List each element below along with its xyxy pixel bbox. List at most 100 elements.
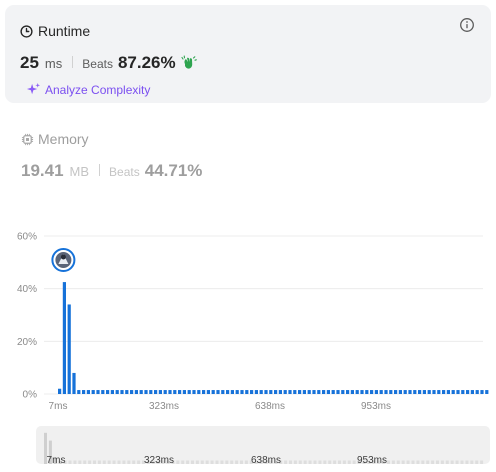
range-slider-bar bbox=[215, 460, 219, 464]
chart-bar bbox=[461, 390, 465, 394]
chart-bar bbox=[134, 390, 138, 394]
chart-bar bbox=[230, 390, 234, 394]
range-slider-tick-label: 323ms bbox=[144, 455, 174, 466]
range-slider-bar bbox=[97, 460, 101, 464]
range-slider-bar bbox=[347, 460, 351, 464]
chart-bar bbox=[298, 390, 302, 394]
runtime-distribution-chart[interactable]: 0% 20% 40% 60% 7ms 323ms 638ms 953ms 7ms 323ms 6… bbox=[0, 0, 496, 472]
chart-bar bbox=[379, 390, 383, 394]
range-slider-tick-label: 953ms bbox=[357, 455, 387, 466]
chart-bar bbox=[115, 390, 119, 394]
range-slider-bar bbox=[445, 460, 449, 464]
chart-bar bbox=[442, 390, 446, 394]
y-tick-label: 40% bbox=[17, 284, 37, 295]
chart-bar bbox=[77, 390, 81, 394]
chart-bar bbox=[466, 390, 470, 394]
chart-bar bbox=[202, 390, 206, 394]
chart-bar bbox=[322, 390, 326, 394]
chart-bar bbox=[250, 390, 254, 394]
chart-bar bbox=[331, 390, 335, 394]
chart-bar bbox=[422, 390, 426, 394]
chart-bar bbox=[355, 390, 359, 394]
chart-bar bbox=[187, 390, 191, 394]
chart-bar bbox=[67, 304, 71, 394]
chart-bar bbox=[163, 390, 167, 394]
chart-bar bbox=[211, 390, 215, 394]
range-slider-bar bbox=[396, 460, 400, 464]
chart-bar bbox=[254, 390, 258, 394]
chart-bar bbox=[451, 390, 455, 394]
chart-bar bbox=[317, 390, 321, 394]
chart-y-ticks: 0% 20% 40% 60% bbox=[17, 232, 37, 401]
range-slider-bar bbox=[88, 460, 92, 464]
chart-bar bbox=[158, 390, 162, 394]
range-slider-bar bbox=[450, 460, 454, 464]
range-slider-bar bbox=[338, 460, 341, 464]
range-slider[interactable]: 7ms 323ms 638ms 953ms bbox=[36, 426, 490, 466]
range-slider-bar bbox=[230, 460, 234, 464]
x-tick-label: 323ms bbox=[149, 401, 179, 412]
chart-bar bbox=[154, 390, 158, 394]
chart-bar bbox=[350, 390, 354, 394]
chart-bar bbox=[264, 390, 268, 394]
range-slider-bar bbox=[68, 460, 72, 464]
range-slider-bar bbox=[195, 460, 199, 464]
range-slider-bar bbox=[436, 460, 439, 464]
range-slider-bar bbox=[93, 460, 96, 464]
chart-bar bbox=[413, 390, 417, 394]
range-slider-bar bbox=[210, 460, 214, 464]
range-slider-bar bbox=[318, 460, 322, 464]
range-slider-bar bbox=[323, 460, 327, 464]
chart-bar bbox=[139, 390, 143, 394]
range-slider-bar bbox=[240, 460, 243, 464]
chart-bar bbox=[384, 390, 388, 394]
range-slider-bar bbox=[342, 460, 346, 464]
chart-bar bbox=[62, 282, 66, 394]
range-slider-bar bbox=[426, 460, 430, 464]
range-slider-bar bbox=[298, 460, 302, 464]
range-slider-bar bbox=[200, 460, 204, 464]
range-slider-bar bbox=[191, 460, 194, 464]
chart-bar bbox=[182, 390, 186, 394]
x-tick-label: 953ms bbox=[361, 401, 391, 412]
chart-bar bbox=[192, 390, 196, 394]
chart-bar bbox=[221, 390, 225, 394]
range-slider-bar bbox=[293, 460, 297, 464]
range-slider-bar bbox=[406, 460, 410, 464]
chart-bar bbox=[101, 390, 105, 394]
chart-bar bbox=[130, 390, 134, 394]
chart-bar bbox=[96, 390, 100, 394]
chart-bar bbox=[269, 390, 273, 394]
range-slider-tick-label: 7ms bbox=[47, 455, 66, 466]
range-slider-bar bbox=[465, 460, 469, 464]
range-slider-bar bbox=[220, 460, 224, 464]
chart-bar bbox=[336, 390, 340, 394]
chart-bar bbox=[394, 390, 398, 394]
x-tick-label: 7ms bbox=[49, 401, 68, 412]
chart-bar bbox=[125, 390, 129, 394]
chart-bar bbox=[403, 390, 407, 394]
chart-bar bbox=[389, 390, 393, 394]
range-slider-bar bbox=[391, 460, 395, 464]
range-slider-bar bbox=[313, 460, 317, 464]
y-tick-label: 20% bbox=[17, 337, 37, 348]
chart-bar bbox=[418, 390, 422, 394]
chart-x-ticks: 7ms 323ms 638ms 953ms bbox=[49, 401, 391, 412]
user-avatar-marker[interactable] bbox=[51, 248, 76, 272]
chart-bar bbox=[240, 390, 244, 394]
range-slider-bar bbox=[328, 460, 332, 464]
chart-bar bbox=[374, 390, 378, 394]
range-slider-bar bbox=[480, 460, 484, 464]
chart-bar bbox=[235, 390, 239, 394]
range-slider-bar bbox=[176, 460, 180, 464]
chart-bar bbox=[293, 390, 297, 394]
range-slider-bar bbox=[127, 460, 131, 464]
range-slider-bar bbox=[102, 460, 106, 464]
chart-bar bbox=[106, 390, 110, 394]
chart-bar bbox=[58, 388, 62, 394]
chart-bar bbox=[475, 390, 479, 394]
range-slider-bar bbox=[431, 460, 435, 464]
chart-bar bbox=[312, 390, 316, 394]
range-slider-bar bbox=[401, 460, 405, 464]
range-slider-bar bbox=[308, 460, 312, 464]
